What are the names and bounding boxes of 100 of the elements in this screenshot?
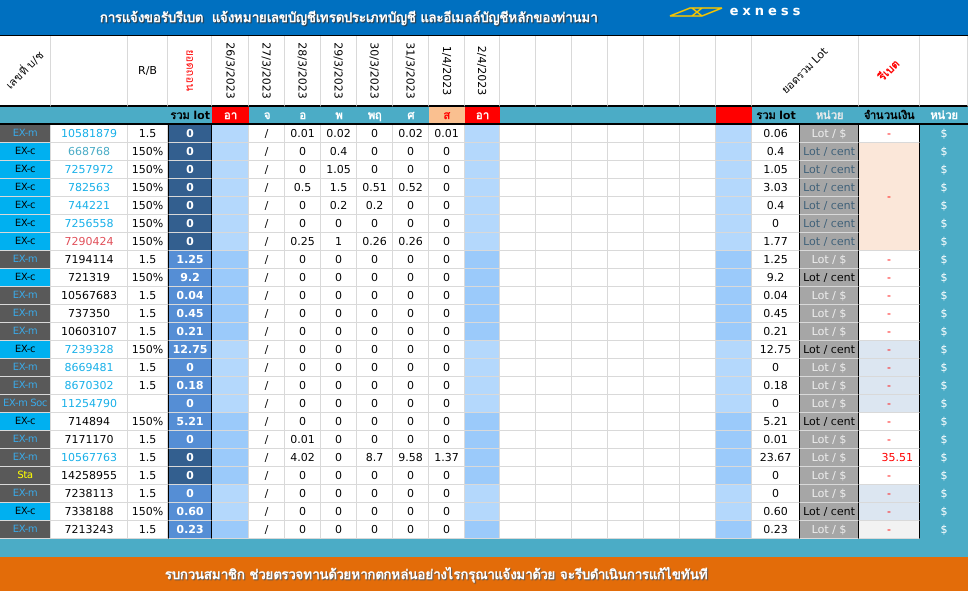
- unit-cell: Lot / $: [800, 395, 859, 413]
- amount-cell: -: [859, 251, 920, 269]
- table-cell: 150%: [128, 179, 168, 197]
- currency-cell: $: [920, 395, 968, 413]
- currency-cell: $: [920, 251, 968, 269]
- total-lot-cell: 5.21: [168, 413, 212, 431]
- account-type-cell: EX-c: [0, 233, 51, 251]
- account-type-cell: EX-c: [0, 413, 51, 431]
- table-cell: 1.5: [128, 305, 168, 323]
- currency-cell: $: [920, 179, 968, 197]
- table-cell: 1: [321, 233, 357, 251]
- amount-cell: -: [859, 143, 920, 251]
- account-type-cell: EX-m: [0, 431, 51, 449]
- table-cell: 0: [285, 503, 321, 521]
- table-cell: 0: [285, 305, 321, 323]
- table-cell: 0: [429, 323, 465, 341]
- account-number-cell: 7213243: [51, 521, 128, 539]
- table-cell: 0: [752, 215, 800, 233]
- table-cell: 150%: [128, 413, 168, 431]
- table-cell: 0: [321, 449, 357, 467]
- account-number-cell: 8669481: [51, 359, 128, 377]
- table-cell: 0.26: [357, 233, 393, 251]
- table-cell: 4.02: [285, 449, 321, 467]
- total-lot-cell: 1.25: [168, 251, 212, 269]
- table-cell: 0: [393, 269, 429, 287]
- amount-cell: -: [859, 269, 920, 287]
- table-cell: 0: [393, 215, 429, 233]
- account-type-cell: EX-m: [0, 359, 51, 377]
- unit-cell: Lot / cent: [800, 197, 859, 215]
- column-header: หน่วย: [920, 107, 968, 125]
- date-header: 26/3/2023: [212, 36, 249, 107]
- empty-cell: [500, 36, 536, 107]
- account-type-cell: EX-m: [0, 305, 51, 323]
- table-cell: 0: [357, 395, 393, 413]
- weekday-header: ส: [429, 107, 465, 125]
- table-cell: 0: [357, 503, 393, 521]
- total-lot-cell: 0.04: [168, 287, 212, 305]
- table-cell: 150%: [128, 503, 168, 521]
- table-cell: 0.2: [357, 197, 393, 215]
- table-cell: 1.37: [429, 449, 465, 467]
- total-lot-cell: 0: [168, 395, 212, 413]
- total-lot-cell: 0: [168, 359, 212, 377]
- table-cell: 0: [429, 467, 465, 485]
- table-cell: 0: [321, 377, 357, 395]
- table-cell: 0: [393, 431, 429, 449]
- table-cell: /: [249, 197, 285, 215]
- account-type-cell: EX-m: [0, 125, 51, 143]
- table-cell: 1.5: [128, 431, 168, 449]
- table-cell: 0: [321, 485, 357, 503]
- table-cell: 0: [429, 503, 465, 521]
- amount-cell: -: [859, 431, 920, 449]
- account-type-cell: EX-c: [0, 269, 51, 287]
- currency-cell: $: [920, 125, 968, 143]
- table-cell: 0: [393, 287, 429, 305]
- table-cell: 150%: [128, 161, 168, 179]
- amount-cell: -: [859, 287, 920, 305]
- currency-cell: $: [920, 143, 968, 161]
- account-type-cell: EX-m: [0, 287, 51, 305]
- table-cell: 0.01: [285, 125, 321, 143]
- table-cell: 0: [321, 323, 357, 341]
- table-cell: 9.2: [752, 269, 800, 287]
- table-cell: /: [249, 413, 285, 431]
- table-cell: 0: [429, 377, 465, 395]
- table-cell: 0: [357, 467, 393, 485]
- account-type-cell: EX-c: [0, 143, 51, 161]
- table-cell: 0: [321, 305, 357, 323]
- table-cell: 0: [285, 521, 321, 539]
- table-cell: /: [249, 431, 285, 449]
- date-header: 1/4/2023: [429, 36, 465, 107]
- unit-cell: Lot / $: [800, 359, 859, 377]
- table-cell: 0: [357, 269, 393, 287]
- table-cell: 150%: [128, 215, 168, 233]
- table-cell: 0: [393, 503, 429, 521]
- table-cell: /: [249, 395, 285, 413]
- amount-cell: -: [859, 305, 920, 323]
- table-cell: 0: [429, 395, 465, 413]
- table-cell: 0: [429, 341, 465, 359]
- amount-cell: -: [859, 485, 920, 503]
- unit-cell: Lot / $: [800, 125, 859, 143]
- unit-cell: Lot / $: [800, 431, 859, 449]
- table-cell: 0: [429, 215, 465, 233]
- date-header: 29/3/2023: [321, 36, 357, 107]
- table-cell: 0: [357, 161, 393, 179]
- amount-cell: -: [859, 359, 920, 377]
- table-cell: 0: [393, 521, 429, 539]
- total-lot-cell: 0.18: [168, 377, 212, 395]
- total-lot-cell: 0.23: [168, 521, 212, 539]
- table-cell: /: [249, 467, 285, 485]
- table-cell: /: [249, 359, 285, 377]
- unit-cell: Lot / $: [800, 251, 859, 269]
- table-cell: 0: [429, 359, 465, 377]
- total-lot-cell: 0.21: [168, 323, 212, 341]
- table-cell: 0.4: [752, 143, 800, 161]
- table-cell: 1.25: [752, 251, 800, 269]
- table-cell: 0: [393, 485, 429, 503]
- weekday-header: จ: [249, 107, 285, 125]
- table-cell: 0: [393, 251, 429, 269]
- account-number-cell: 10581879: [51, 125, 128, 143]
- table-cell: 0: [357, 287, 393, 305]
- account-number-cell: 7239328: [51, 341, 128, 359]
